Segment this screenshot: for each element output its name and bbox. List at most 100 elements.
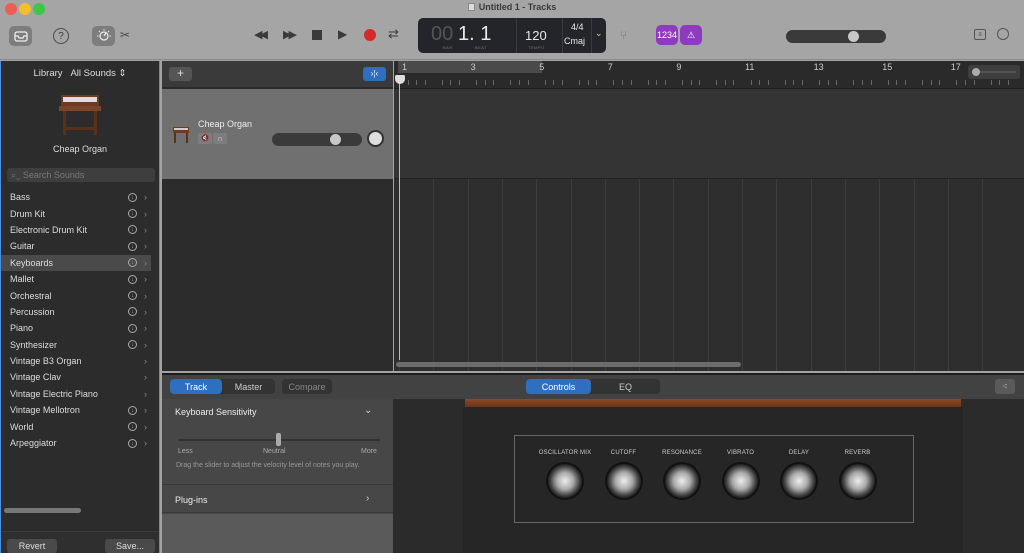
category-item[interactable]: Synthesizer ↓ › (1, 337, 151, 353)
category-item[interactable]: Mallet ↓ › (1, 271, 151, 287)
library-filter-popup[interactable]: All Sounds (70, 68, 115, 79)
knob[interactable] (548, 464, 582, 498)
lcd-dropdown-chevron-icon[interactable]: ⌄ (595, 28, 603, 39)
track-volume-knob[interactable] (330, 134, 341, 145)
lcd-display[interactable]: 00 1. 1 BAR BEAT 120 TEMPO 4/4 Cmaj ⌄ (418, 18, 606, 53)
knob-control[interactable]: VIBRATO (711, 436, 771, 498)
loop-icon[interactable] (997, 28, 1009, 40)
track-volume-slider[interactable] (272, 133, 362, 146)
tab-master[interactable]: Master (222, 379, 275, 394)
track-header-row[interactable]: Cheap Organ 🔇 ∩ (162, 89, 393, 179)
beat-tick (561, 80, 563, 85)
knob[interactable] (782, 464, 816, 498)
count-in-label: 1234 (656, 30, 678, 40)
knob-control[interactable]: REVERB (828, 436, 888, 498)
download-icon[interactable]: ↓ (128, 274, 137, 284)
chevron-down-icon[interactable]: ⌄ (364, 405, 372, 416)
save-button[interactable]: Save... (105, 539, 155, 553)
fast-forward-button[interactable]: ▶▶ (283, 28, 297, 41)
knob-control[interactable]: OSCILLATOR MIX (535, 436, 595, 498)
scissors-icon[interactable]: ✂ (120, 28, 130, 42)
pan-knob[interactable] (367, 130, 384, 147)
sensitivity-help-text: Drag the slider to adjust the velocity l… (176, 462, 360, 469)
playhead[interactable] (399, 75, 400, 360)
category-item[interactable]: Vintage B3 Organ › (1, 353, 151, 369)
metronome-button[interactable]: ⚠ (680, 25, 702, 45)
rewind-button[interactable]: ◀◀ (254, 28, 268, 41)
category-item[interactable]: World ↓ › (1, 418, 151, 434)
zoom-slider[interactable] (968, 65, 1020, 79)
download-icon[interactable]: ↓ (128, 192, 137, 202)
master-volume-knob[interactable] (848, 31, 859, 42)
knob[interactable] (723, 464, 758, 498)
knob[interactable] (665, 464, 699, 498)
category-item[interactable]: Guitar ↓ › (1, 238, 151, 254)
category-item[interactable]: Piano ↓ › (1, 320, 151, 336)
compare-button[interactable]: Compare (282, 379, 332, 394)
tab-track[interactable]: Track (170, 379, 222, 394)
beat-tick (630, 80, 632, 85)
tracks-area[interactable]: 1 3 5 7 9 11 13 15 17 (394, 61, 1024, 371)
category-item[interactable]: Orchestral ↓ › (1, 287, 151, 303)
stop-button[interactable] (312, 30, 322, 40)
cycle-button[interactable]: ⇄ (388, 26, 399, 42)
knob[interactable] (606, 464, 641, 498)
knob-control[interactable]: DELAY (769, 436, 829, 498)
download-icon[interactable]: ↓ (128, 209, 137, 219)
download-icon[interactable]: ↓ (128, 340, 137, 350)
beat-tick (904, 80, 906, 85)
catch-playhead-button[interactable]: ›¦‹ (363, 67, 386, 81)
master-volume-slider[interactable] (786, 30, 886, 43)
track-name[interactable]: Cheap Organ (198, 119, 252, 129)
library-scrollbar[interactable] (4, 508, 81, 513)
category-item[interactable]: Bass ↓ › (1, 189, 151, 205)
category-item[interactable]: Drum Kit ↓ › (1, 205, 151, 221)
revert-button[interactable]: Revert (7, 539, 57, 553)
download-icon[interactable]: ↓ (128, 323, 137, 333)
keyboard-sensitivity-title[interactable]: Keyboard Sensitivity (175, 407, 257, 417)
knob[interactable] (840, 464, 875, 498)
tab-controls[interactable]: Controls (526, 379, 591, 394)
sensitivity-slider-knob[interactable] (276, 433, 281, 446)
download-icon[interactable]: ↓ (128, 225, 137, 235)
beat-tick (476, 80, 478, 85)
library-button[interactable] (9, 26, 32, 46)
category-item[interactable]: Vintage Mellotron ↓ › (1, 402, 151, 418)
tab-eq[interactable]: EQ (591, 379, 660, 394)
download-icon[interactable]: ↓ (128, 405, 137, 415)
inspector-empty (162, 514, 393, 553)
plugins-section[interactable]: Plug-ins › (162, 486, 393, 513)
count-in-button[interactable]: 1234 (656, 25, 678, 45)
download-icon[interactable]: ↓ (128, 258, 137, 268)
category-item[interactable]: Percussion ↓ › (1, 304, 151, 320)
track-lane[interactable] (394, 89, 1024, 179)
knob-control[interactable]: CUTOFF (594, 436, 654, 498)
category-item[interactable]: Arpeggiator ↓ › (1, 435, 151, 451)
download-icon[interactable]: ↓ (128, 241, 137, 251)
record-button[interactable] (364, 29, 376, 41)
solo-button[interactable]: ∩ (213, 133, 227, 144)
document-icon (467, 3, 475, 11)
help-icon[interactable]: ? (53, 28, 69, 44)
download-icon[interactable]: ↓ (128, 291, 137, 301)
show-hide-keyboard-button[interactable]: ⁖ (995, 379, 1015, 394)
add-track-button[interactable]: + (169, 67, 192, 81)
knob-control[interactable]: RESONANCE (652, 436, 712, 498)
horizontal-scrollbar[interactable] (396, 362, 741, 367)
category-item[interactable]: Vintage Clav › (1, 369, 151, 385)
download-icon[interactable]: ↓ (128, 422, 137, 432)
notepad-icon[interactable]: ≡ (974, 29, 986, 40)
smart-controls-button[interactable] (92, 26, 115, 46)
search-sounds-input[interactable]: ⌕⌄ Search Sounds (7, 168, 155, 182)
category-item[interactable]: Electronic Drum Kit ↓ › (1, 222, 151, 238)
ruler[interactable]: 1 3 5 7 9 11 13 15 17 (394, 61, 1024, 89)
tuning-fork-icon[interactable]: ⑂ (620, 28, 627, 42)
knob-label: REVERB (844, 450, 871, 456)
play-button[interactable]: ▶ (338, 27, 347, 41)
category-item[interactable]: Keyboards ↓ › (1, 254, 151, 271)
download-icon[interactable]: ↓ (128, 438, 137, 448)
mute-button[interactable]: 🔇 (198, 133, 212, 144)
category-item[interactable]: Vintage Electric Piano › (1, 386, 151, 402)
zoom-slider-knob[interactable] (972, 68, 980, 76)
download-icon[interactable]: ↓ (128, 307, 137, 317)
